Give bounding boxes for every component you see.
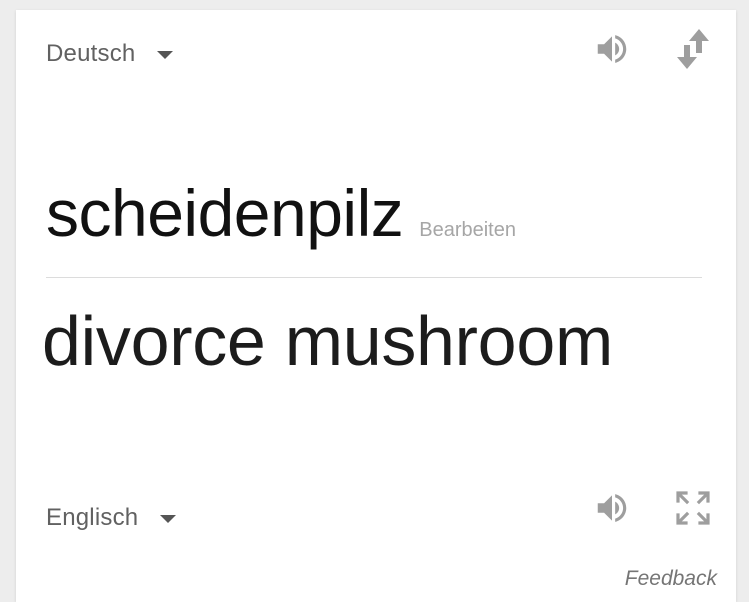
source-speaker-button[interactable]	[590, 27, 634, 71]
source-language-label: Deutsch	[46, 40, 136, 67]
swap-languages-icon	[677, 29, 709, 69]
swap-languages-button[interactable]	[671, 27, 715, 71]
edit-link[interactable]: Bearbeiten	[419, 219, 516, 242]
translation-text: divorce mushroom	[42, 302, 613, 380]
translation-card: Deutsch scheidenpilz Bearbeiten divorce …	[16, 10, 736, 602]
caret-down-icon	[160, 515, 177, 523]
caret-down-icon	[157, 51, 174, 59]
target-language-label: Englisch	[46, 504, 139, 531]
source-text[interactable]: scheidenpilz	[46, 180, 404, 246]
source-text-row: scheidenpilz Bearbeiten	[46, 180, 516, 246]
fullscreen-icon	[676, 491, 710, 525]
source-language-selector[interactable]: Deutsch	[46, 40, 174, 68]
fullscreen-button[interactable]	[671, 486, 715, 530]
target-speaker-button[interactable]	[590, 486, 634, 530]
feedback-link[interactable]: Feedback	[625, 567, 717, 591]
target-language-selector[interactable]: Englisch	[46, 504, 177, 532]
speaker-icon	[597, 494, 627, 522]
divider	[46, 277, 702, 278]
speaker-icon	[597, 35, 627, 63]
